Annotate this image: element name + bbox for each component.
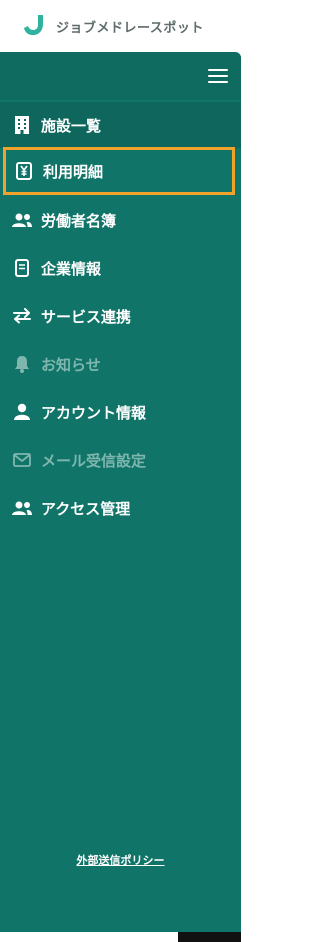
sidebar-item-label: アカウント情報: [41, 403, 147, 422]
swap-arrows-icon: [12, 306, 32, 326]
hamburger-icon[interactable]: [208, 68, 228, 84]
sidebar-item-worker-roster[interactable]: 労働者名簿: [0, 197, 241, 243]
mail-icon: [12, 450, 32, 470]
sidebar-header: [0, 52, 241, 100]
sidebar-item-access-management[interactable]: アクセス管理: [0, 485, 241, 531]
external-transmission-policy-link[interactable]: 外部送信ポリシー: [0, 852, 241, 868]
sidebar-item-label: 施設一覧: [41, 116, 102, 135]
sidebar-item-service-integration[interactable]: サービス連携: [0, 293, 241, 339]
sidebar-item-label: 利用明細: [43, 162, 104, 181]
sidebar-item-company-info[interactable]: 企業情報: [0, 245, 241, 291]
sidebar-item-mail-settings: メール受信設定: [0, 437, 241, 483]
header-logo-bar: ジョブメドレースポット: [0, 0, 241, 52]
bell-icon: [12, 354, 32, 374]
sidebar-item-label: 労働者名簿: [41, 211, 117, 230]
sidebar-item-label: 企業情報: [41, 259, 102, 278]
sidebar: 施設一覧 利用明細 労働者名簿 企業情報 サービス連携 お知らせ アカウント情報…: [0, 52, 241, 932]
user-icon: [12, 402, 32, 422]
users-icon: [12, 498, 32, 518]
yen-receipt-icon: [14, 161, 34, 181]
building-icon: [12, 115, 32, 135]
sidebar-item-notifications: お知らせ: [0, 341, 241, 387]
logo-icon: [24, 15, 43, 36]
sidebar-item-usage-details[interactable]: 利用明細: [3, 147, 235, 195]
sidebar-item-label: アクセス管理: [41, 499, 131, 518]
sidebar-item-label: お知らせ: [41, 355, 101, 374]
sidebar-item-facility-list[interactable]: 施設一覧: [0, 102, 241, 148]
sidebar-item-label: メール受信設定: [41, 451, 147, 470]
users-icon: [12, 210, 32, 230]
brand-name: ジョブメドレースポット: [56, 20, 204, 36]
document-icon: [12, 258, 32, 278]
sidebar-item-account-info[interactable]: アカウント情報: [0, 389, 241, 435]
bottom-edge-strip: [178, 932, 241, 942]
sidebar-item-label: サービス連携: [41, 307, 132, 326]
